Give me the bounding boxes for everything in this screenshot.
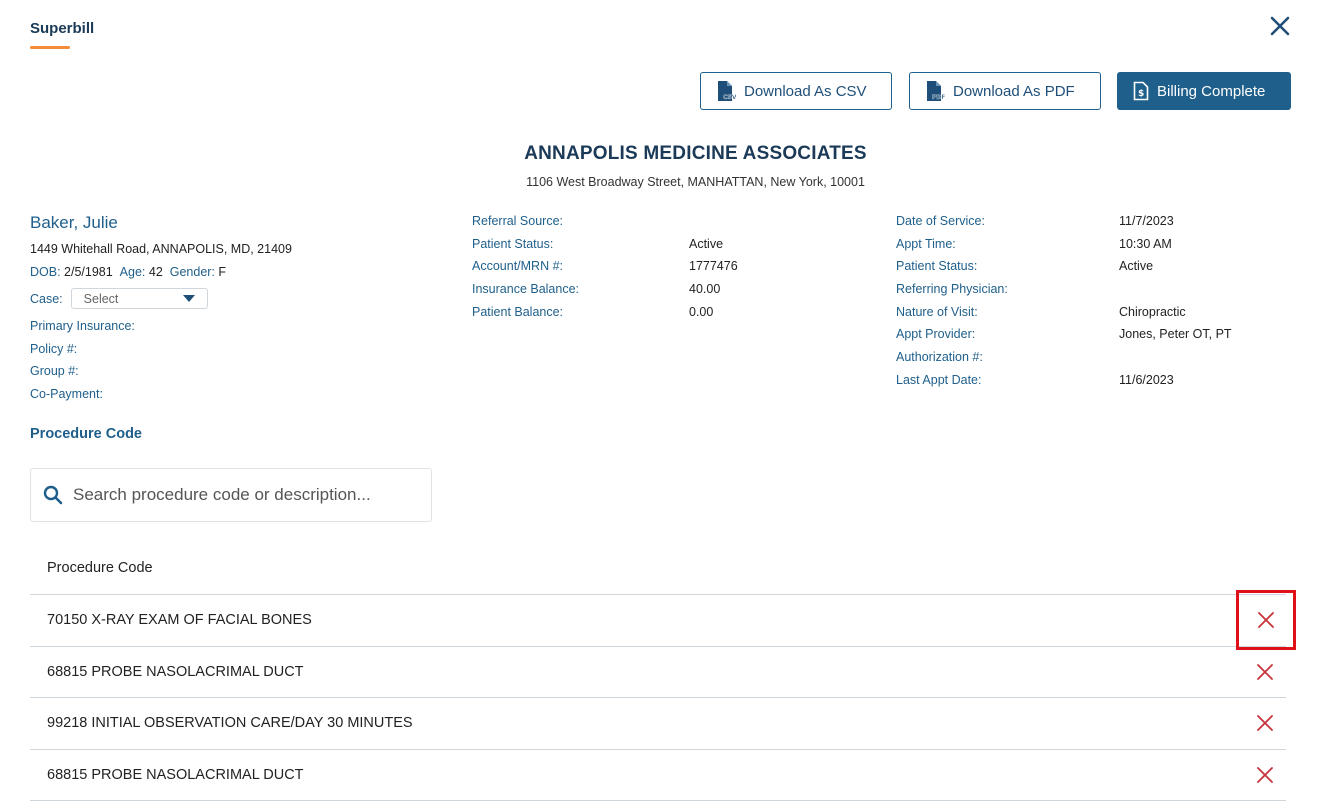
- table-row: 99218 INITIAL OBSERVATION CARE/DAY 30 MI…: [30, 698, 1286, 750]
- procedure-code-text: 68815 PROBE NASOLACRIMAL DUCT: [47, 663, 304, 680]
- tab-active-indicator: [30, 46, 70, 49]
- visit-values: 11/7/2023 10:30 AM Active Chiropractic J…: [1119, 213, 1232, 395]
- tab-superbill[interactable]: Superbill: [30, 20, 94, 37]
- appt-time-value: 10:30 AM: [1119, 236, 1172, 251]
- procedure-search-input[interactable]: [73, 485, 403, 505]
- procedure-code-text: 68815 PROBE NASOLACRIMAL DUCT: [47, 766, 304, 783]
- gender-value: F: [218, 265, 227, 279]
- date-of-service-label: Date of Service:: [896, 214, 985, 228]
- visit-patient-status-value: Active: [1119, 259, 1154, 274]
- procedure-section-title: Procedure Code: [30, 426, 142, 442]
- nature-of-visit-label: Nature of Visit:: [896, 304, 978, 319]
- dob-label: DOB:: [30, 265, 61, 279]
- procedure-code-text: 70150 X-RAY EXAM OF FACIAL BONES: [47, 612, 312, 629]
- download-pdf-label: Download As PDF: [953, 82, 1075, 100]
- download-pdf-button[interactable]: PDF Download As PDF: [909, 72, 1101, 110]
- svg-text:CSV: CSV: [723, 94, 736, 101]
- case-row: Case: Select: [30, 288, 208, 309]
- procedure-table: Procedure Code 70150 X-RAY EXAM OF FACIA…: [30, 541, 1296, 801]
- age-label: Age:: [119, 265, 146, 279]
- billing-complete-button[interactable]: $ Billing Complete: [1117, 72, 1291, 110]
- referral-source-label: Referral Source:: [472, 214, 564, 228]
- insurance-balance-label: Insurance Balance:: [472, 282, 580, 297]
- procedure-column-header: Procedure Code: [30, 541, 1286, 595]
- case-select-value: Select: [83, 291, 119, 306]
- date-of-service-value: 11/7/2023: [1119, 214, 1174, 228]
- close-button[interactable]: [1266, 12, 1294, 40]
- account-mrn-value: 1777476: [689, 259, 738, 274]
- last-appt-date-value: 11/6/2023: [1119, 372, 1174, 387]
- close-icon: [1257, 766, 1273, 783]
- account-values: Active 1777476 40.00 0.00: [689, 213, 738, 326]
- patient-demographics: DOB: 2/5/1981 Age: 42 Gender: F: [30, 265, 226, 279]
- organization-name: ANNAPOLIS MEDICINE ASSOCIATES: [524, 143, 867, 164]
- procedure-search[interactable]: [30, 468, 432, 522]
- close-icon: [1257, 715, 1273, 732]
- table-row: 68815 PROBE NASOLACRIMAL DUCT: [30, 647, 1286, 698]
- search-icon: [43, 485, 63, 505]
- close-icon: [1257, 663, 1273, 680]
- authorization-value: [1119, 349, 1232, 372]
- nature-of-visit-value: Chiropractic: [1119, 304, 1186, 319]
- group-label: Group #:: [30, 364, 79, 379]
- account-mrn-label: Account/MRN #:: [472, 259, 564, 274]
- authorization-label: Authorization #:: [896, 350, 983, 365]
- primary-insurance-label: Primary Insurance:: [30, 319, 135, 333]
- case-label: Case:: [30, 291, 63, 306]
- patient-status-label: Patient Status:: [472, 236, 554, 251]
- download-csv-button[interactable]: CSV Download As CSV: [700, 72, 892, 110]
- table-row: 68815 PROBE NASOLACRIMAL DUCT: [30, 750, 1286, 801]
- table-row: 70150 X-RAY EXAM OF FACIAL BONES: [30, 590, 1296, 651]
- billing-complete-label: Billing Complete: [1157, 82, 1266, 100]
- age-value: 42: [148, 265, 163, 279]
- policy-label: Policy #:: [30, 341, 78, 356]
- appt-time-label: Appt Time:: [896, 236, 956, 251]
- patient-balance-value: 0.00: [689, 304, 714, 319]
- copayment-label: Co-Payment:: [30, 387, 103, 402]
- svg-text:$: $: [1138, 89, 1144, 99]
- appt-provider-value: Jones, Peter OT, PT: [1119, 327, 1232, 342]
- remove-procedure-button[interactable]: [1245, 755, 1285, 795]
- patient-address: 1449 Whitehall Road, ANNAPOLIS, MD, 2140…: [30, 242, 292, 256]
- organization-address: 1106 West Broadway Street, MANHATTAN, Ne…: [526, 175, 865, 189]
- referring-physician-value: [1119, 281, 1232, 304]
- patient-status-value: Active: [689, 236, 724, 251]
- referring-physician-label: Referring Physician:: [896, 282, 1008, 297]
- patient-balance-label: Patient Balance:: [472, 304, 564, 319]
- account-labels: Referral Source: Patient Status: Account…: [472, 213, 579, 326]
- remove-procedure-button[interactable]: [1245, 652, 1285, 692]
- csv-file-icon: CSV: [718, 81, 736, 101]
- last-appt-date-label: Last Appt Date:: [896, 372, 982, 387]
- referral-source-value: [689, 213, 738, 236]
- remove-procedure-button[interactable]: [1236, 590, 1296, 651]
- procedure-code-text: 99218 INITIAL OBSERVATION CARE/DAY 30 MI…: [47, 715, 413, 732]
- caret-down-icon: [182, 295, 195, 302]
- insurance-balance-value: 40.00: [689, 282, 721, 297]
- visit-patient-status-label: Patient Status:: [896, 259, 978, 274]
- remove-procedure-button[interactable]: [1245, 703, 1285, 743]
- svg-text:PDF: PDF: [932, 94, 945, 101]
- gender-label: Gender:: [169, 265, 215, 279]
- close-icon: [1270, 16, 1290, 36]
- dob-value: 2/5/1981: [64, 265, 113, 279]
- patient-name[interactable]: Baker, Julie: [30, 213, 118, 233]
- visit-labels: Date of Service: Appt Time: Patient Stat…: [896, 213, 1008, 395]
- insurance-info: Primary Insurance: Policy #: Group #: Co…: [30, 318, 135, 409]
- invoice-icon: $: [1133, 81, 1149, 101]
- close-icon: [1258, 612, 1274, 629]
- case-select[interactable]: Select: [70, 288, 208, 309]
- appt-provider-label: Appt Provider:: [896, 327, 976, 342]
- pdf-file-icon: PDF: [927, 81, 945, 101]
- download-csv-label: Download As CSV: [744, 82, 867, 100]
